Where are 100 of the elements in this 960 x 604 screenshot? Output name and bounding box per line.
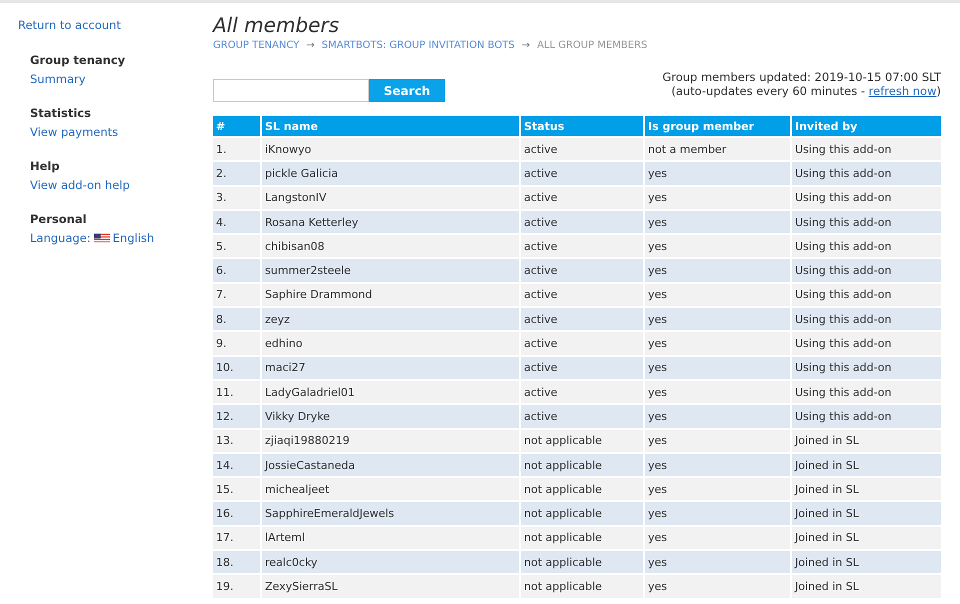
table-cell: Saphire Drammond	[262, 284, 519, 306]
table-cell: yes	[645, 284, 790, 306]
table-cell: Using this add-on	[792, 210, 941, 234]
column-header: Status	[521, 116, 643, 136]
flag-icon	[94, 233, 110, 243]
table-cell: 5.	[213, 235, 260, 258]
section-heading: Help	[30, 159, 61, 173]
table-cell: 13.	[213, 430, 260, 452]
table-cell: yes	[645, 575, 790, 598]
breadcrumb-arrow: →	[522, 40, 530, 51]
table-cell: active	[521, 284, 643, 306]
table-cell: not applicable	[521, 502, 643, 525]
table-cell: active	[521, 210, 643, 234]
table-cell: active	[521, 332, 643, 355]
table-cell: michealjeet	[262, 478, 519, 500]
table-cell: Using this add-on	[792, 284, 941, 306]
table-cell: 6.	[213, 259, 260, 282]
table-cell: 10.	[213, 356, 260, 379]
refresh-link[interactable]: refresh now	[868, 84, 936, 98]
table-cell: active	[521, 162, 643, 185]
table-cell: Vikky Dryke	[262, 405, 519, 428]
table-cell: pickle Galicia	[262, 162, 519, 185]
table-cell: ZexySierraSL	[262, 575, 519, 598]
table-cell: yes	[645, 308, 790, 330]
table-cell: yes	[645, 332, 790, 355]
table-cell: zeyz	[262, 308, 519, 330]
table-cell: active	[521, 235, 643, 258]
table-cell: yes	[645, 186, 790, 209]
table-cell: yes	[645, 502, 790, 525]
table-cell: Using this add-on	[792, 162, 941, 185]
table-cell: SapphireEmeraldJewels	[262, 502, 519, 525]
search-button[interactable]: Search	[369, 79, 445, 102]
table-cell: Using this add-on	[792, 308, 941, 330]
table-cell: not applicable	[521, 551, 643, 574]
table-cell: 8.	[213, 308, 260, 330]
table-cell: active	[521, 138, 643, 160]
table-cell: Using this add-on	[792, 186, 941, 209]
search-field[interactable]	[213, 79, 369, 102]
table-cell: 12.	[213, 405, 260, 428]
update-time: Group members updated: 2019-10-15 07:00 SLT	[662, 70, 941, 84]
table-cell: active	[521, 405, 643, 428]
breadcrumb-current: ALL GROUP MEMBERS	[537, 40, 648, 51]
table-cell: active	[521, 380, 643, 404]
table-cell: Using this add-on	[792, 332, 941, 355]
table-cell: 7.	[213, 284, 260, 306]
breadcrumb-link[interactable]: GROUP TENANCY	[213, 40, 300, 51]
breadcrumb-link[interactable]: SMARTBOTS: GROUP INVITATION BOTS	[322, 40, 515, 51]
table-cell: yes	[645, 454, 790, 476]
table-cell: Joined in SL	[792, 430, 941, 452]
section-heading: Personal	[30, 212, 88, 226]
table-cell: LadyGaladriel01	[262, 380, 519, 404]
page-title: All members	[213, 13, 340, 37]
table-cell: Using this add-on	[792, 259, 941, 282]
update-note: )	[936, 84, 941, 98]
table-cell: Joined in SL	[792, 454, 941, 476]
table-cell: 9.	[213, 332, 260, 355]
sidebar-link[interactable]: View payments	[30, 125, 118, 139]
table-cell: realc0cky	[262, 551, 519, 574]
return-link[interactable]: Return to account	[18, 18, 121, 32]
table-cell: yes	[645, 210, 790, 234]
table-cell: Using this add-on	[792, 235, 941, 258]
table-cell: JossieCastaneda	[262, 454, 519, 476]
table-cell: yes	[645, 551, 790, 574]
table-cell: Joined in SL	[792, 575, 941, 598]
table-cell: yes	[645, 380, 790, 404]
table-cell: 3.	[213, 186, 260, 209]
section-heading: Statistics	[30, 106, 92, 120]
language-link[interactable]: Language: English	[30, 231, 154, 245]
column-header: Invited by	[792, 116, 941, 136]
table-cell: yes	[645, 478, 790, 500]
table-cell: summer2steele	[262, 259, 519, 282]
table-cell: Rosana Ketterley	[262, 210, 519, 234]
table-cell: Using this add-on	[792, 380, 941, 404]
table-cell: not applicable	[521, 575, 643, 598]
table-cell: yes	[645, 162, 790, 185]
table-cell: 11.	[213, 380, 260, 404]
table-cell: Joined in SL	[792, 551, 941, 574]
table-cell: active	[521, 259, 643, 282]
update-note: (auto-updates every 60 minutes -	[671, 84, 866, 98]
table-cell: not applicable	[521, 526, 643, 550]
table-cell: yes	[645, 259, 790, 282]
sidebar-link[interactable]: Summary	[30, 72, 86, 86]
table-cell: maci27	[262, 356, 519, 379]
table-cell: lArteml	[262, 526, 519, 550]
table-cell: yes	[645, 430, 790, 452]
column-header: Is group member	[645, 116, 790, 136]
table-cell: active	[521, 308, 643, 330]
sidebar-link[interactable]: View add-on help	[30, 178, 130, 192]
table-cell: 16.	[213, 502, 260, 525]
table-cell: 2.	[213, 162, 260, 185]
table-cell: Using this add-on	[792, 356, 941, 379]
table-cell: yes	[645, 405, 790, 428]
table-cell: yes	[645, 526, 790, 550]
table-cell: chibisan08	[262, 235, 519, 258]
breadcrumb-arrow: →	[306, 40, 315, 51]
table-cell: not applicable	[521, 430, 643, 452]
table-cell: 4.	[213, 210, 260, 234]
table-cell: 15.	[213, 478, 260, 500]
table-cell: active	[521, 186, 643, 209]
table-cell: 1.	[213, 138, 260, 160]
